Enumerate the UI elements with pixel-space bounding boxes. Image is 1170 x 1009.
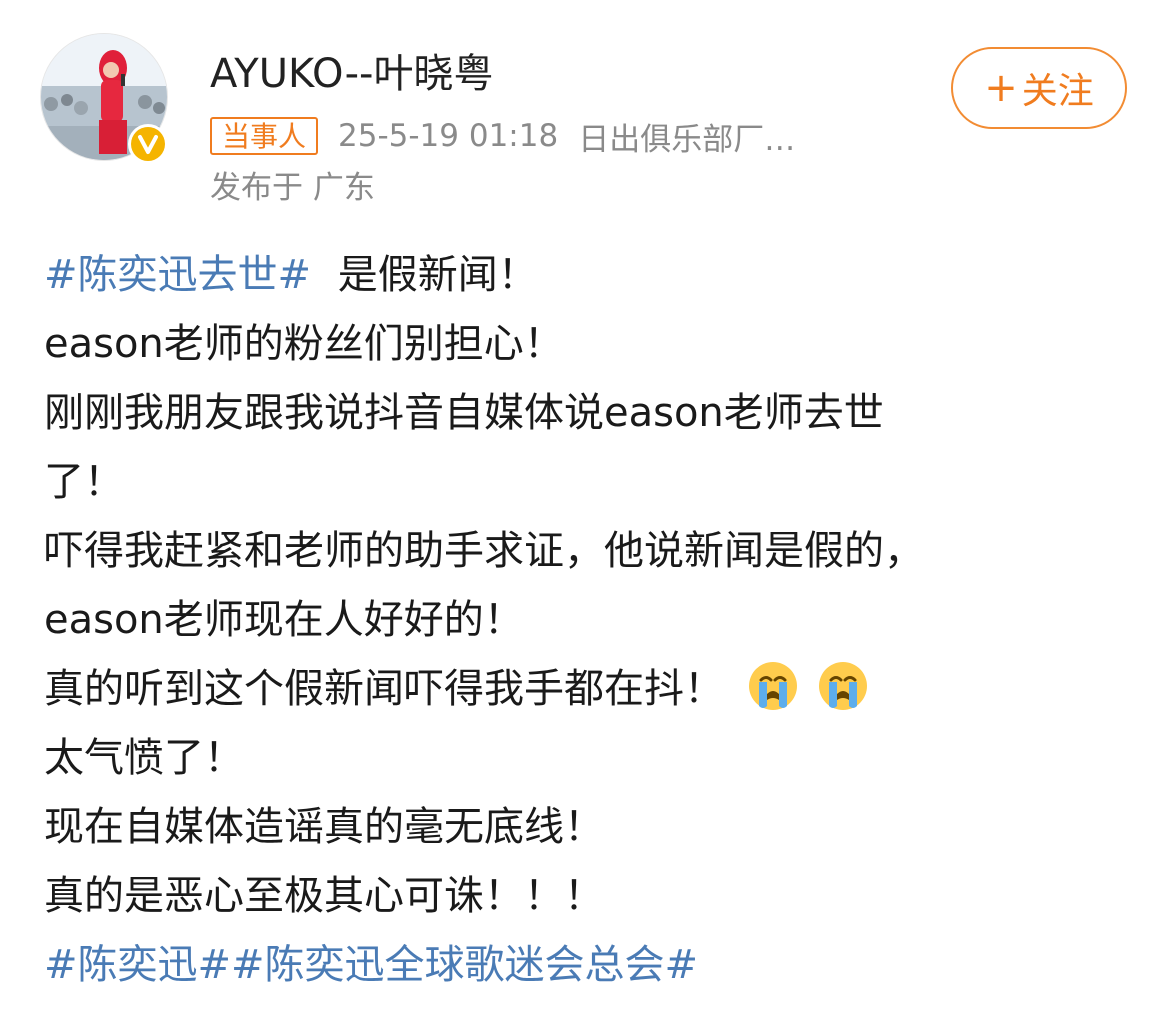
author-name[interactable]: AYUKO--叶晓粤 (210, 46, 493, 102)
content-line: 刚刚我朋友跟我说抖音自媒体说eason老师去世 (44, 390, 884, 436)
post-meta: 当事人 25-5-19 01:18 日出俱乐部厂… (210, 114, 795, 158)
role-badge: 当事人 (210, 117, 319, 155)
content-line: #陈奕迅##陈奕迅全球歌迷会总会# (44, 934, 1144, 1003)
post-timestamp: 25-5-19 01:18 (338, 118, 559, 154)
hashtag-link[interactable]: #陈奕迅# (44, 942, 231, 988)
content-line: 太气愤了！ (44, 735, 244, 781)
content-line: 吓得我赶紧和老师的助手求证，他说新闻是假的， (44, 528, 924, 574)
content-line: 了！ (44, 459, 124, 505)
post-header: AYUKO--叶晓粤 当事人 25-5-19 01:18 日出俱乐部厂… 发布于… (0, 0, 1170, 230)
content-line: eason老师的粉丝们别担心！ (44, 321, 564, 367)
content-line: #陈奕迅去世# 是假新闻！ (44, 244, 1144, 313)
content-text: 真的听到这个假新闻吓得我手都在抖！ (44, 666, 724, 712)
follow-label: 关注 (1021, 71, 1094, 112)
plus-icon: + (984, 65, 1018, 111)
verified-badge-icon (128, 124, 168, 164)
content-line: 真的听到这个假新闻吓得我手都在抖！ (44, 658, 1144, 727)
post-content: #陈奕迅去世# 是假新闻！ eason老师的粉丝们别担心！ 刚刚我朋友跟我说抖音… (44, 244, 1144, 1003)
crying-face-icon (748, 662, 797, 710)
content-line: 现在自媒体造谣真的毫无底线！ (44, 804, 604, 850)
post-source[interactable]: 日出俱乐部厂… (578, 114, 795, 159)
hashtag-link[interactable]: #陈奕迅全球歌迷会总会# (231, 942, 698, 988)
hashtag-link[interactable]: #陈奕迅去世# (44, 252, 311, 298)
follow-button[interactable]: + 关注 (951, 47, 1127, 129)
crying-face-icon (819, 662, 868, 710)
content-line: 真的是恶心至极其心可诛！！！ (44, 873, 604, 919)
content-line: eason老师现在人好好的！ (44, 597, 524, 643)
content-text: 是假新闻！ (337, 252, 538, 298)
post-location: 发布于 广东 (210, 170, 375, 206)
